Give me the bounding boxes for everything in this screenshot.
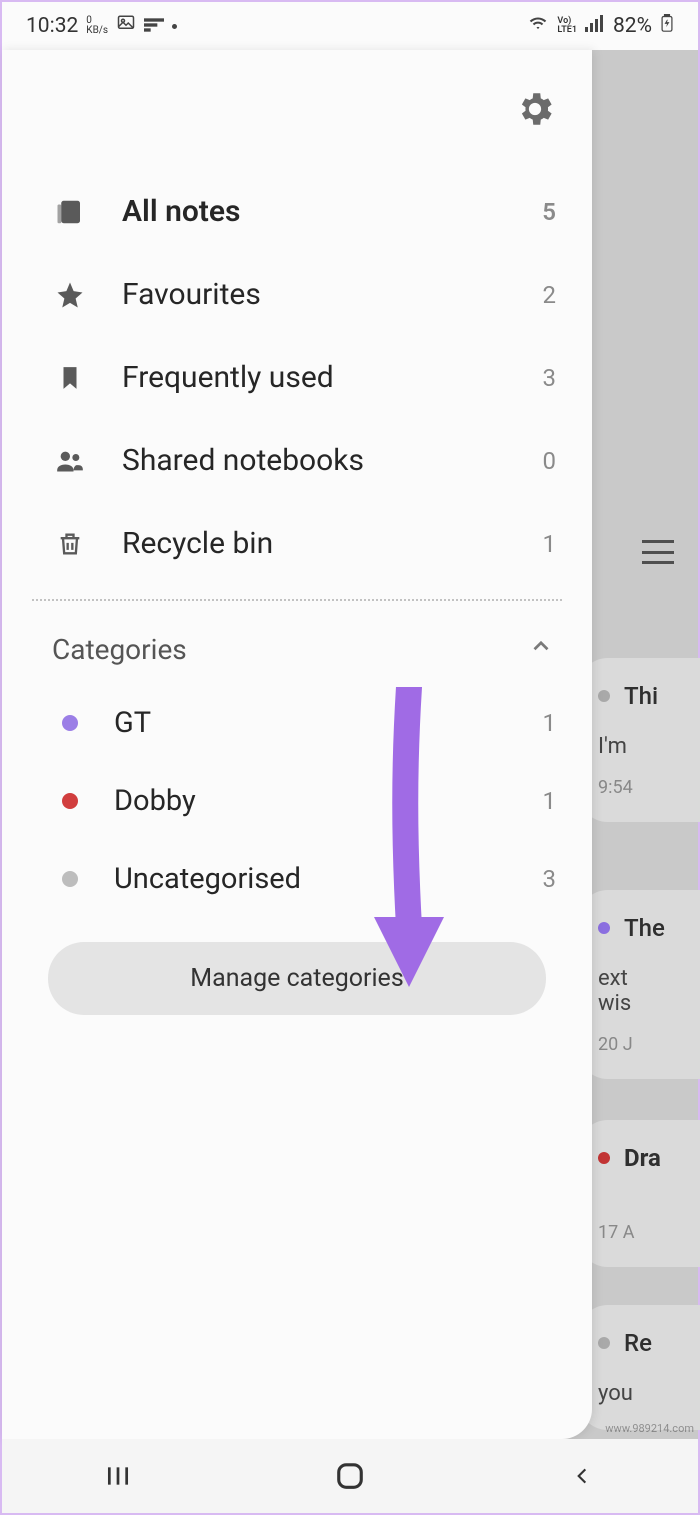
category-label: GT <box>114 706 543 740</box>
category-count: 3 <box>543 865 557 893</box>
battery-percent: 82% <box>613 14 652 38</box>
note-time: 17 A <box>598 1222 700 1243</box>
nav-label: Shared notebooks <box>122 443 543 478</box>
nav-label: Frequently used <box>122 360 543 395</box>
note-card[interactable]: Dra 17 A <box>578 1120 700 1267</box>
nav-recycle-bin[interactable]: Recycle bin 1 <box>2 502 592 585</box>
dot-icon <box>172 24 177 29</box>
image-icon <box>116 14 136 38</box>
category-count: 1 <box>543 787 557 815</box>
nav-label: Recycle bin <box>122 526 543 561</box>
note-card[interactable]: The ext wis 20 J <box>578 890 700 1079</box>
status-time: 10:32 <box>26 14 78 38</box>
battery-icon <box>660 14 674 38</box>
bookmark-icon <box>52 363 88 393</box>
button-label: Manage categories <box>190 964 403 993</box>
nav-count: 2 <box>543 281 557 309</box>
note-preview: you <box>598 1381 700 1406</box>
gear-icon[interactable] <box>514 88 556 134</box>
nav-count: 5 <box>542 198 556 226</box>
star-icon <box>52 280 88 310</box>
category-dot-icon <box>62 793 78 809</box>
category-label: Uncategorised <box>114 862 543 896</box>
status-bar: 10:32 0KB/s Vo) LTE1 82% <box>2 2 698 50</box>
status-indicator-icon <box>144 14 164 38</box>
watermark: www.989214.com <box>605 1422 694 1435</box>
volte-icon: Vo) LTE1 <box>557 17 577 35</box>
system-nav-bar <box>2 1439 698 1513</box>
category-dot-icon <box>62 715 78 731</box>
people-icon <box>52 447 88 475</box>
chevron-up-icon <box>528 633 554 666</box>
nav-frequently-used[interactable]: Frequently used 3 <box>2 336 592 419</box>
section-title: Categories <box>52 633 187 666</box>
recents-button[interactable] <box>3 1463 233 1489</box>
category-dot-icon <box>598 690 610 702</box>
note-title: The <box>624 914 665 942</box>
category-dot-icon <box>598 1152 610 1164</box>
signal-icon <box>585 14 605 38</box>
note-card[interactable]: Re you <box>578 1305 700 1430</box>
trash-icon <box>52 529 88 559</box>
note-time: 20 J <box>598 1034 700 1055</box>
notes-icon <box>52 197 88 227</box>
note-preview: ext wis <box>598 966 700 1016</box>
category-item-gt[interactable]: GT 1 <box>2 684 592 762</box>
category-dot-icon <box>598 922 610 934</box>
nav-shared-notebooks[interactable]: Shared notebooks 0 <box>2 419 592 502</box>
nav-count: 1 <box>543 530 557 558</box>
nav-count: 3 <box>543 364 557 392</box>
nav-label: Favourites <box>122 277 543 312</box>
divider <box>32 599 562 601</box>
nav-favourites[interactable]: Favourites 2 <box>2 253 592 336</box>
nav-all-notes[interactable]: All notes 5 <box>2 170 592 253</box>
menu-icon[interactable] <box>642 540 674 564</box>
data-speed-icon: 0KB/s <box>86 16 108 36</box>
category-item-dobby[interactable]: Dobby 1 <box>2 762 592 840</box>
back-button[interactable] <box>467 1462 697 1490</box>
category-item-uncategorised[interactable]: Uncategorised 3 <box>2 840 592 918</box>
nav-label: All notes <box>122 194 542 229</box>
categories-header[interactable]: Categories <box>2 615 592 684</box>
wifi-icon <box>527 14 549 38</box>
note-title: Thi <box>624 682 658 710</box>
category-label: Dobby <box>114 784 543 818</box>
category-dot-icon <box>62 871 78 887</box>
nav-count: 0 <box>543 447 557 475</box>
note-card[interactable]: Thi I'm 9:54 <box>578 658 700 822</box>
manage-categories-button[interactable]: Manage categories <box>48 942 546 1015</box>
note-time: 9:54 <box>598 777 700 798</box>
category-dot-icon <box>598 1337 610 1349</box>
category-count: 1 <box>543 709 557 737</box>
note-title: Dra <box>624 1144 661 1172</box>
navigation-drawer: All notes 5 Favourites 2 Frequently used… <box>2 50 592 1439</box>
home-button[interactable] <box>235 1461 465 1491</box>
note-preview: I'm <box>598 734 700 759</box>
note-title: Re <box>624 1329 652 1357</box>
